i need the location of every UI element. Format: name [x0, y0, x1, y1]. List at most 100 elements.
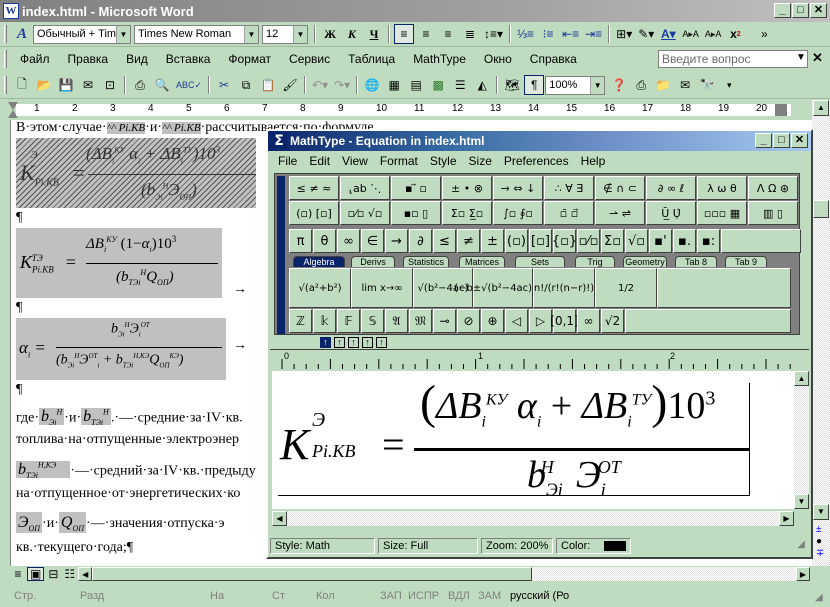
- menu-insert[interactable]: Вставка: [157, 52, 220, 66]
- font-color-icon[interactable]: A▾: [658, 24, 678, 44]
- small-symbol-button[interactable]: ▪.: [673, 229, 696, 253]
- inline-equation[interactable]: bTЭiH,KЭ: [16, 461, 71, 481]
- tables-borders-icon[interactable]: ▦: [384, 75, 404, 95]
- small-symbol-button[interactable]: ±: [481, 229, 504, 253]
- symbol-button[interactable]: ⊸: [433, 309, 456, 333]
- permission-icon[interactable]: ⊡: [100, 75, 120, 95]
- template-palette-button[interactable]: ▪▫ ▯: [391, 201, 441, 225]
- small-symbol-button[interactable]: ∂: [409, 229, 432, 253]
- symbol-button[interactable]: ℤ: [289, 309, 312, 333]
- mt-menu-view[interactable]: View: [336, 154, 374, 168]
- tab-derivs[interactable]: Derivs: [351, 256, 395, 267]
- print-layout-view-icon[interactable]: ⊟: [46, 567, 60, 581]
- menu-table[interactable]: Таблица: [339, 52, 404, 66]
- highlight-icon[interactable]: ✎▾: [636, 24, 656, 44]
- small-symbol-button[interactable]: ▫⁄▫: [577, 229, 600, 253]
- tab-geometry[interactable]: Geometry: [623, 256, 667, 267]
- chevron-down-icon[interactable]: ▼: [590, 76, 605, 94]
- template-palette-button[interactable]: ▫̄ ▫⃗: [544, 201, 594, 225]
- align-icon[interactable]: ↑: [320, 337, 331, 348]
- mt-scroll-down-button[interactable]: ▼: [794, 494, 809, 509]
- symbol-button[interactable]: ⊕: [481, 309, 504, 333]
- hscroll-track[interactable]: [532, 567, 796, 581]
- small-symbol-button[interactable]: π: [289, 229, 312, 253]
- template-button[interactable]: 1/2: [595, 268, 657, 308]
- spelling-icon[interactable]: ABC✓: [174, 75, 204, 95]
- chevron-down-icon[interactable]: ▼: [796, 52, 806, 63]
- scroll-down-button[interactable]: ▼: [813, 504, 829, 520]
- small-symbol-button[interactable]: ▪:: [697, 229, 720, 253]
- symbol-button[interactable]: 𝕊: [361, 309, 384, 333]
- small-symbol-button[interactable]: ≠: [457, 229, 480, 253]
- line-spacing-icon[interactable]: ↕≡▾: [482, 24, 505, 44]
- chevron-down-icon[interactable]: ▼: [244, 25, 258, 43]
- drawing-icon[interactable]: ◭: [472, 75, 492, 95]
- small-symbol-button[interactable]: ∈: [361, 229, 384, 253]
- menu-tools[interactable]: Сервис: [280, 52, 339, 66]
- inline-equation[interactable]: bTЭiH: [81, 408, 111, 428]
- scroll-thumb[interactable]: [813, 200, 829, 218]
- mathtype-ruler[interactable]: 0 1 2: [270, 349, 809, 369]
- bold-button[interactable]: Ж: [320, 24, 340, 44]
- inline-equation[interactable]: ^^ Pi.KB: [161, 122, 201, 134]
- template-palette-button[interactable]: (▫) [▫]: [289, 201, 339, 225]
- show-formatting-button[interactable]: ¶: [524, 75, 545, 95]
- help-question-input[interactable]: Введите вопрос: [658, 50, 808, 68]
- bullet-list-icon[interactable]: ⁝≡: [538, 24, 558, 44]
- right-indent-marker-icon[interactable]: [775, 104, 787, 116]
- status-trk[interactable]: ИСПР: [408, 590, 439, 602]
- toolbar-options-icon[interactable]: »: [754, 24, 774, 44]
- mt-menu-file[interactable]: File: [272, 154, 303, 168]
- horizontal-ruler[interactable]: 1 2 3 4 5 6 7 8 9 10 11 12 13 14 15 16 17 18 19 20: [0, 100, 812, 120]
- find-binoculars-icon[interactable]: 🔭: [697, 75, 717, 95]
- shrink-font-icon[interactable]: A▸A: [703, 24, 724, 44]
- mt-menu-help[interactable]: Help: [575, 154, 612, 168]
- mt-scroll-left-button[interactable]: ◀: [272, 511, 287, 526]
- symbol-palette-button[interactable]: ± • ⊗: [442, 176, 492, 200]
- hyperlink-icon[interactable]: 🌐: [362, 75, 382, 95]
- status-rec[interactable]: ЗАП: [380, 590, 402, 602]
- small-symbol-button[interactable]: ∞: [337, 229, 360, 253]
- mathtype-title-bar[interactable]: Σ MathType - Equation in index.html _ □ …: [268, 131, 811, 151]
- template-palette-button[interactable]: ▫▫▫ ▦: [697, 201, 747, 225]
- small-symbol-button[interactable]: {▫}: [552, 229, 577, 253]
- format-painter-icon[interactable]: 🖌: [280, 75, 300, 95]
- menu-view[interactable]: Вид: [117, 52, 157, 66]
- insert-excel-icon[interactable]: ▩: [428, 75, 448, 95]
- menu-grip[interactable]: [4, 50, 7, 68]
- mt-close-button[interactable]: ✕: [791, 133, 808, 148]
- status-ovr[interactable]: ЗАМ: [478, 590, 501, 602]
- print-icon-2[interactable]: ⎙: [631, 75, 651, 95]
- grow-font-icon[interactable]: A▸A: [680, 24, 701, 44]
- mt-menu-edit[interactable]: Edit: [303, 154, 336, 168]
- symbol-palette-button[interactable]: Λ Ω ⊛: [748, 176, 798, 200]
- empty-slot[interactable]: [625, 309, 791, 333]
- justify-icon[interactable]: ≣: [460, 24, 480, 44]
- mt-horizontal-scrollbar[interactable]: ◀ ▶: [272, 511, 794, 526]
- symbol-button[interactable]: [0,1]: [550, 309, 579, 333]
- superscript-icon[interactable]: x2: [725, 24, 745, 44]
- template-palette-button[interactable]: Ū̲ Ụ̇: [646, 201, 696, 225]
- mt-scroll-right-button[interactable]: ▶: [779, 511, 794, 526]
- symbol-palette-button[interactable]: ∂ ∞ ℓ: [646, 176, 696, 200]
- symbol-button[interactable]: √2: [601, 309, 624, 333]
- cut-icon[interactable]: ✂: [214, 75, 234, 95]
- inline-equation[interactable]: ЭOП: [16, 512, 43, 533]
- columns-icon[interactable]: ☰: [450, 75, 470, 95]
- symbol-palette-button[interactable]: ∉ ∩ ⊂: [595, 176, 645, 200]
- open-icon[interactable]: 📂: [34, 75, 54, 95]
- small-symbol-button[interactable]: Σ̇▫: [601, 229, 624, 253]
- mt-menu-preferences[interactable]: Preferences: [498, 154, 575, 168]
- mt-menu-size[interactable]: Size: [463, 154, 498, 168]
- print-icon[interactable]: ⎙: [130, 75, 150, 95]
- toolbar-grip[interactable]: [4, 25, 7, 43]
- redo-icon[interactable]: ↷▾: [332, 75, 352, 95]
- print-preview-icon[interactable]: 🔍: [152, 75, 172, 95]
- template-button[interactable]: lim x→∞: [351, 268, 413, 308]
- decrease-indent-icon[interactable]: ⇤≡: [560, 24, 581, 44]
- align-left-icon[interactable]: ≡: [394, 24, 414, 44]
- symbol-button[interactable]: ◁: [505, 309, 528, 333]
- select-browse-object-icon[interactable]: ●: [816, 536, 822, 547]
- empty-slot[interactable]: [721, 229, 801, 253]
- italic-button[interactable]: К: [342, 24, 362, 44]
